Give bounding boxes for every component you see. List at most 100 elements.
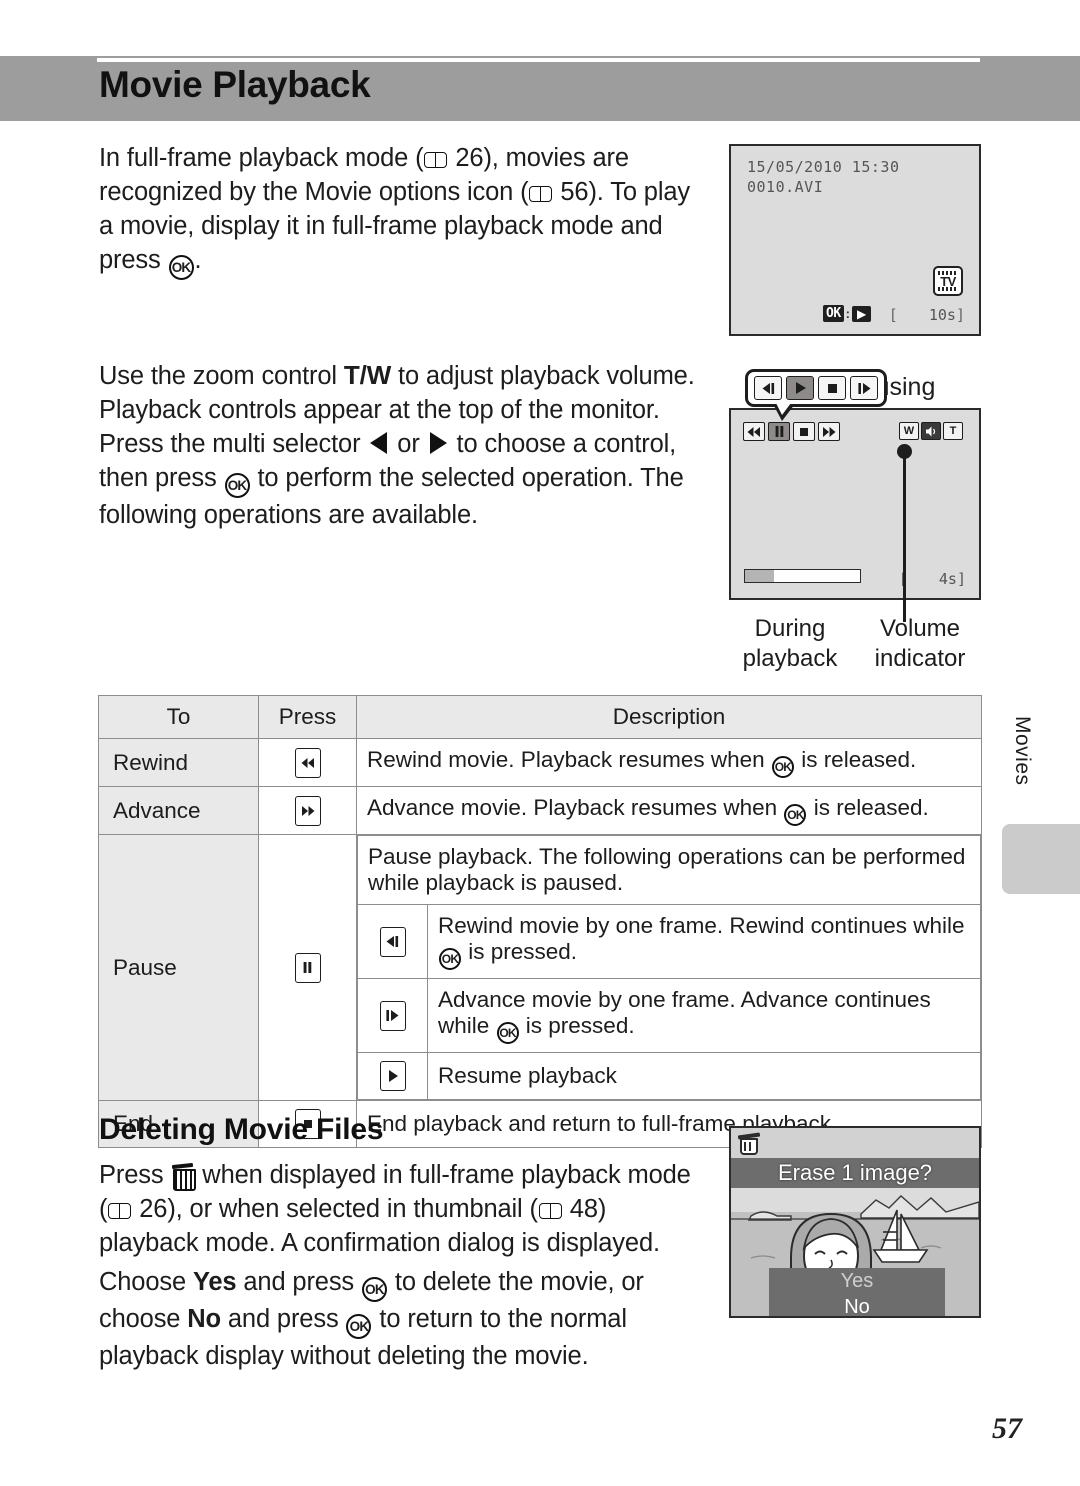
confirm-choice-paragraph: Choose Yes and press OK to delete the mo… — [99, 1265, 704, 1373]
zoom-control-label: T/W — [343, 360, 392, 390]
volume-leader-line — [903, 448, 906, 622]
page-number: 57 — [992, 1412, 1022, 1445]
desc-text-after: is released. — [794, 747, 917, 772]
bracket-close: ] — [956, 570, 966, 588]
section-heading-deleting-movie-files: Deleting Movie Files — [99, 1113, 384, 1146]
erase-confirm-menu: Yes No — [769, 1268, 945, 1316]
playback-progress-bar — [744, 569, 861, 583]
pause-icon[interactable] — [768, 422, 790, 441]
controls-text-1: Use the zoom control — [99, 362, 344, 390]
table-row-advance: Advance Advance movie. Playback resumes … — [98, 786, 982, 835]
intro-paragraph: In full-frame playback mode ( 26), movie… — [99, 141, 709, 280]
frame-advance-icon — [379, 1000, 406, 1031]
subrow-text-resume: Resume playback — [427, 1052, 981, 1100]
subrow-text-frame-advance: Advance movie by one frame. Advance cont… — [427, 978, 981, 1053]
callout-stop-icon[interactable] — [818, 376, 846, 400]
playback-control-bar — [743, 422, 840, 441]
rewind-icon — [294, 747, 321, 778]
delete-text-8: and press — [220, 1305, 346, 1333]
row-label-pause: Pause — [98, 834, 259, 1101]
camera-screen-playback: W T [ 4s] — [729, 408, 981, 600]
intro-text-1: In full-frame playback mode ( — [99, 144, 424, 172]
ok-button-icon: OK — [361, 1277, 387, 1302]
deleting-paragraph: Press when displayed in full-frame playb… — [99, 1158, 704, 1260]
menu-option-no[interactable]: No — [769, 1294, 945, 1317]
arrow-left-icon — [370, 432, 388, 454]
trash-can — [740, 1138, 758, 1155]
pause-main-description: Pause playback. The following operations… — [357, 835, 981, 905]
arrow-right-icon — [429, 432, 447, 454]
screen-duration: [ 10s] — [889, 306, 965, 324]
ok-button-icon: OK — [496, 1022, 519, 1044]
row-icon-pause — [258, 834, 357, 1101]
operations-table: To Press Description Rewind Rewind movie… — [98, 695, 982, 1148]
menu-option-yes[interactable]: Yes — [769, 1268, 945, 1294]
wide-zoom-icon[interactable]: W — [899, 422, 919, 440]
column-header-description: Description — [356, 695, 982, 739]
stop-icon[interactable] — [793, 422, 815, 441]
no-option-label: No — [187, 1305, 221, 1333]
trash-icon — [173, 1164, 197, 1191]
speaker-icon — [921, 422, 941, 440]
row-label-rewind: Rewind — [98, 738, 259, 787]
screen-datetime: 15/05/2010 15:30 — [747, 158, 900, 176]
tv-icon: TV — [933, 266, 963, 296]
ok-button-icon: OK — [346, 1314, 372, 1339]
erase-dialog-photo: Yes No — [731, 1188, 979, 1316]
row-label-advance: Advance — [98, 786, 259, 835]
caption-during-playback: During playback — [742, 615, 838, 672]
row-icon-advance — [258, 786, 357, 835]
delete-text-1: Press — [99, 1161, 171, 1189]
callout-frame-rewind-icon[interactable] — [754, 376, 782, 400]
row-description-rewind: Rewind movie. Playback resumes when OK i… — [356, 738, 982, 787]
subrow-icon-frame-rewind — [357, 904, 428, 979]
table-row-pause: Pause Pause playback. The following oper… — [98, 834, 982, 1101]
side-tab-label: Movies — [1011, 716, 1034, 786]
book-icon — [538, 1202, 562, 1219]
play-triangle-icon: ▶ — [852, 305, 872, 322]
subrow-text-before: Rewind movie by one frame. Rewind contin… — [438, 913, 965, 938]
desc-text-before: Rewind movie. Playback resumes when — [367, 747, 771, 772]
book-icon — [108, 1202, 132, 1219]
intro-text-4: . — [194, 246, 202, 274]
rewind-icon[interactable] — [743, 422, 765, 441]
pause-subrow-resume: Resume playback — [357, 1052, 981, 1100]
ok-button-icon: OK — [224, 473, 250, 498]
volume-leader-dot — [897, 444, 912, 459]
pausing-callout — [745, 369, 887, 407]
screen-filename: 0010.AVI — [747, 178, 824, 196]
advance-icon[interactable] — [818, 422, 840, 441]
pause-subtable: Pause playback. The following operations… — [357, 835, 981, 1100]
header-rule — [97, 58, 980, 62]
play-icon — [379, 1061, 406, 1091]
subrow-text-after: is pressed. — [462, 939, 578, 964]
camera-screen-fullframe: 15/05/2010 15:30 0010.AVI TV OK : ▶ [ 10… — [729, 144, 981, 336]
subrow-text-after: is pressed. — [519, 1013, 635, 1038]
controls-paragraph: Use the zoom control T/W to adjust playb… — [99, 358, 714, 532]
desc-text-after: is released. — [807, 795, 929, 820]
controls-text-3: or — [390, 430, 427, 458]
yes-option-label: Yes — [192, 1268, 237, 1296]
table-row-rewind: Rewind Rewind movie. Playback resumes wh… — [98, 738, 982, 787]
tele-zoom-icon[interactable]: T — [943, 422, 963, 440]
ok-button-icon: OK — [168, 255, 194, 280]
pause-main-description-row: Pause playback. The following operations… — [357, 835, 981, 905]
callout-play-icon[interactable] — [786, 376, 814, 400]
bracket-open: [ — [888, 306, 898, 324]
subrow-icon-play — [357, 1052, 428, 1100]
book-icon — [424, 151, 448, 168]
playback-duration: [ 4s] — [899, 570, 966, 588]
column-header-to: To — [98, 695, 259, 739]
bracket-close: ] — [955, 306, 965, 324]
tv-icon-label: TV — [940, 273, 956, 289]
frame-rewind-icon — [379, 926, 406, 957]
pause-subrow-frame-advance: Advance movie by one frame. Advance cont… — [357, 978, 981, 1053]
erase-dialog-title: Erase 1 image? — [731, 1158, 979, 1188]
row-description-advance: Advance movie. Playback resumes when OK … — [356, 786, 982, 835]
caption-volume-indicator: Volume indicator — [874, 615, 966, 672]
table-header-row: To Press Description — [98, 695, 982, 739]
callout-frame-advance-icon[interactable] — [850, 376, 878, 400]
duration-value: 4s — [938, 570, 957, 588]
pause-subrow-frame-rewind: Rewind movie by one frame. Rewind contin… — [357, 904, 981, 979]
delete-text-5: Choose — [99, 1268, 193, 1296]
